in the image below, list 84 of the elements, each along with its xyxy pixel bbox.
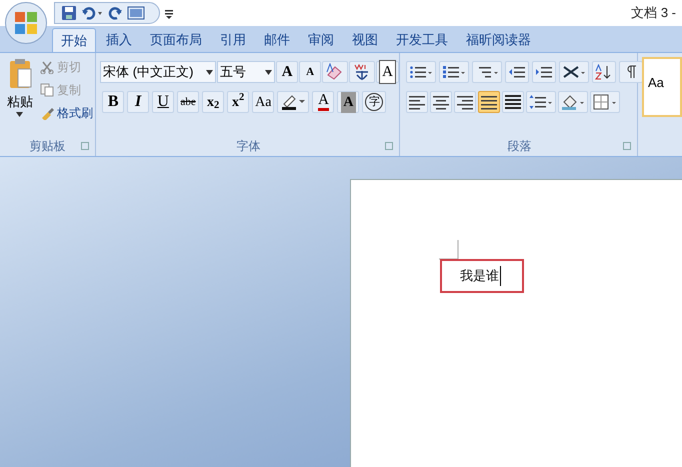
bullets-button[interactable] [406,61,436,83]
save-icon-drawing [61,5,77,21]
redo-icon[interactable] [107,5,123,21]
font-tool-button[interactable] [277,91,310,113]
group-label: 段落 [508,138,532,155]
font-format-button[interactable]: A [276,61,298,83]
ribbon-tab[interactable]: 引用 [212,28,254,52]
line-spacing-icon [529,94,553,110]
ribbon-tab[interactable]: 审阅 [300,28,342,52]
font-tool-button[interactable] [349,61,376,83]
paragraph-mark-button[interactable] [619,61,643,83]
clipboard-icon [8,58,32,90]
ribbon-tab[interactable]: 福昕阅读器 [458,28,539,52]
sort-button[interactable] [592,61,616,83]
font-name-field[interactable]: 宋体 (中文正文) [100,61,216,83]
font-format-button[interactable]: Aa [252,91,274,113]
ribbon-tab[interactable]: 页面布局 [142,28,210,52]
line-spacing-button[interactable] [526,91,556,113]
align-lines-icon [456,94,474,110]
save-icon[interactable] [61,5,77,21]
alignment-button[interactable] [430,91,452,113]
style-preview[interactable]: Aa [642,57,682,117]
clipboard-command[interactable]: 格式刷 [40,102,93,123]
font-format-button[interactable]: A [312,91,334,113]
decrease-indent-icon [508,64,526,80]
font-size-field[interactable]: 五号 [217,61,276,83]
increase-indent-icon [535,64,553,80]
font-format-button[interactable]: I [127,91,150,113]
align-lines-icon [432,94,450,110]
margin-corner-mark [439,240,459,260]
increase-indent-button[interactable] [532,61,556,83]
dropdown-lines-drawing [164,7,174,19]
font-format-button[interactable]: U [152,91,174,113]
highlighter-icon [280,93,306,111]
shading-icon [561,94,585,110]
document-text: 我是谁 [460,266,501,286]
redo-arrow-drawing [107,5,123,21]
paste-button[interactable]: 粘贴 [0,56,40,136]
numbering-icon [442,64,466,80]
font-format-button[interactable]: A [337,91,360,113]
dropdown-arrow-icon [206,70,214,74]
copy-icon [40,82,54,96]
borders-icon [593,94,617,110]
scissors-icon [40,60,54,74]
ribbon-tab[interactable]: 邮件 [256,28,298,52]
bullets-icon [409,64,433,80]
dropdown-arrow-icon [265,70,272,74]
decrease-indent-button[interactable] [505,61,529,83]
font-format-button[interactable]: B [102,91,124,113]
group-label: 字体 [236,138,261,155]
group-label: 剪贴板 [30,138,66,155]
borders-button[interactable] [590,91,620,113]
font-format-button[interactable]: 字 [362,91,386,113]
numbering-button[interactable] [439,61,469,83]
align-lines-icon [480,94,498,110]
undo-arrow-drawing [81,5,103,21]
ribbon-tab[interactable]: 插入 [98,28,140,52]
font-format-button[interactable]: x$_{2}$ [202,91,224,113]
print-preview-icon[interactable] [127,5,145,21]
font-format-button[interactable]: A [376,61,399,83]
customize-toolbar-icon[interactable] [164,7,174,19]
ribbon-tab[interactable]: 开发工具 [388,28,456,52]
align-lines-icon [408,94,426,110]
sort-icon [595,64,613,80]
alignment-button[interactable] [406,91,428,113]
shading-button[interactable] [558,91,588,113]
dropdown-arrow-icon [16,112,22,116]
window-title: 文档 3 - [631,4,677,22]
chinese-layout-icon [562,64,586,80]
chinese-layout-button[interactable] [559,61,589,83]
font-format-button[interactable]: abe [177,91,200,113]
font-format-button[interactable]: A [299,61,322,83]
ribbon-tab[interactable]: 视图 [344,28,386,52]
alignment-button[interactable] [502,91,524,113]
alignment-button[interactable] [454,91,476,113]
multilevel-list-button[interactable] [472,61,502,83]
window-drawing [127,5,145,21]
brush-icon [40,106,54,120]
ribbon-tab[interactable]: 开始 [52,28,96,52]
office-logo-icon [14,11,38,35]
align-lines-icon [504,94,522,110]
font-format-button[interactable]: x$^{2}$ [227,91,250,113]
alignment-button[interactable] [478,91,500,113]
undo-icon[interactable] [81,5,103,21]
